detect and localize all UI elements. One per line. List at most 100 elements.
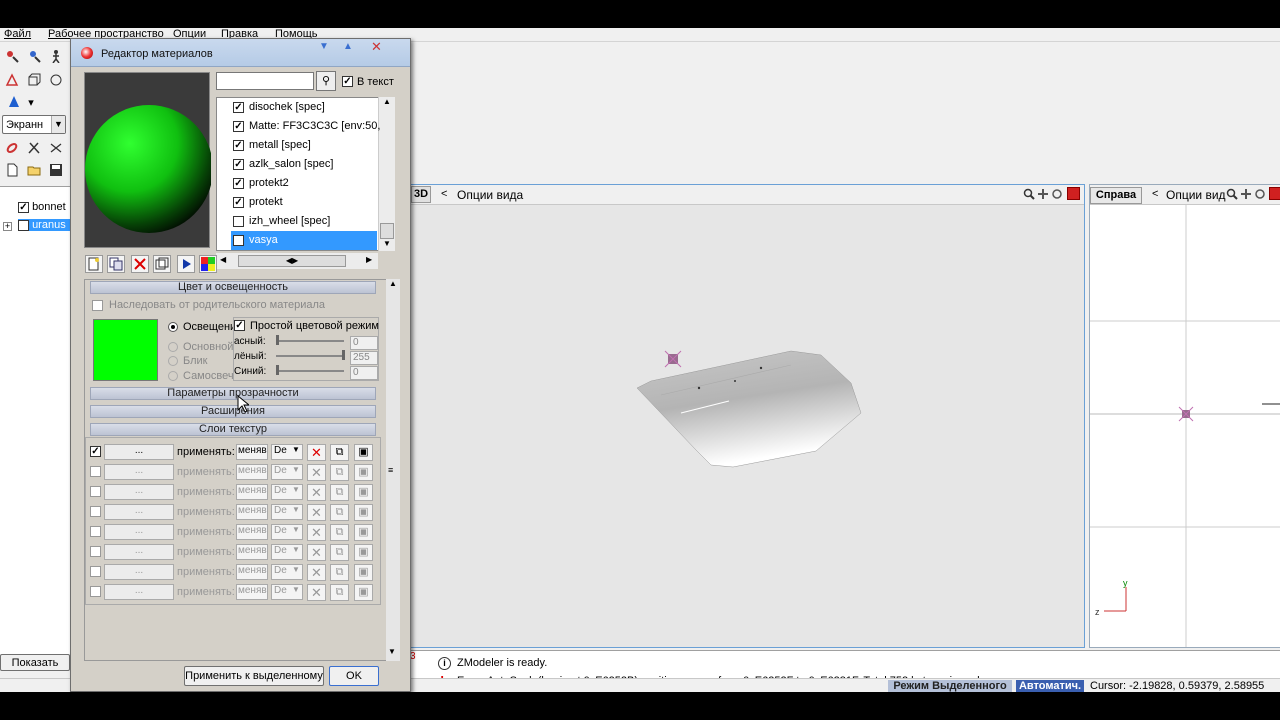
material-list-item[interactable]: ✓ protekt2 (231, 174, 377, 193)
tree-checkbox[interactable] (18, 219, 29, 231)
red-slider[interactable] (276, 335, 344, 345)
layer-delete-icon[interactable]: ✕ (307, 564, 326, 581)
ok-button[interactable]: OK (329, 666, 379, 686)
view-options-button[interactable]: Опции вида (457, 188, 523, 202)
simple-mode-checkbox[interactable]: ✓ (234, 320, 245, 331)
section-texture-layers[interactable]: Слои текстур (90, 423, 376, 436)
section-transparency[interactable]: Параметры прозрачности (90, 387, 376, 400)
layer-mode-input[interactable]: меняв (236, 544, 268, 560)
link-tool-icon[interactable] (4, 140, 20, 156)
blue-value[interactable]: 0 (350, 366, 378, 380)
vertex-tool-icon[interactable] (4, 72, 20, 88)
box-tool-icon[interactable] (26, 72, 42, 88)
viewport-label[interactable]: 3D (411, 186, 431, 203)
radio-lighting[interactable] (168, 322, 178, 332)
material-list-item[interactable]: ✓ metall [spec] (231, 136, 377, 155)
layer-copy-icon[interactable]: ⧉ (330, 544, 349, 561)
layer-paste-icon[interactable]: ▣ (354, 564, 373, 581)
chevron-down-icon[interactable]: ▼ (292, 585, 300, 594)
cone-tool-icon[interactable] (6, 94, 22, 110)
properties-scrollbar[interactable]: ▲ ≡ ▼ (386, 279, 400, 661)
palette-icon[interactable] (199, 255, 217, 273)
layer-texture-button[interactable]: ... (104, 444, 174, 460)
save-icon[interactable] (48, 162, 64, 178)
maximize-view-icon[interactable] (1067, 187, 1080, 200)
viewport-right[interactable]: Справа < Опции вид y z (1089, 184, 1280, 648)
material-list-item[interactable]: izh_wheel [spec] (231, 212, 377, 231)
layer-copy-icon[interactable]: ⧉ (330, 504, 349, 521)
scissor-tool-icon[interactable] (48, 140, 64, 156)
tree-checkbox[interactable]: ✓ (18, 201, 29, 213)
screen-mode-select[interactable]: Экранн ▼ (2, 115, 66, 134)
blue-slider[interactable] (276, 365, 344, 375)
color-swatch[interactable] (93, 319, 158, 381)
new-material-icon[interactable] (85, 255, 103, 273)
chevron-left-icon[interactable]: < (1152, 188, 1158, 200)
collapse-down-icon[interactable]: ▼ (319, 41, 329, 52)
layer-checkbox[interactable] (90, 526, 101, 537)
delete-material-icon[interactable] (131, 255, 149, 273)
material-list-scrollbar[interactable]: ▲ ▼ (378, 97, 395, 251)
layer-paste-icon[interactable]: ▣ (354, 544, 373, 561)
tree-item-bonnet[interactable]: ✓ bonnet (18, 201, 66, 213)
layer-copy-icon[interactable]: ⧉ (330, 484, 349, 501)
radio-base[interactable] (168, 342, 178, 352)
rotate-view-icon[interactable] (1254, 188, 1266, 203)
material-list-item[interactable]: ✓ protekt (231, 193, 377, 212)
rotate-view-icon[interactable] (1051, 188, 1063, 203)
layer-copy-icon[interactable]: ⧉ (330, 524, 349, 541)
cone-dropdown-icon[interactable]: ▾ (26, 94, 36, 110)
layer-mode-input[interactable]: меняв (236, 524, 268, 540)
view-options-button[interactable]: Опции вид (1166, 188, 1232, 202)
red-value[interactable]: 0 (350, 336, 378, 350)
layer-checkbox[interactable] (90, 466, 101, 477)
menu-file[interactable]: Файл (4, 28, 31, 40)
zoom-icon[interactable] (1226, 188, 1238, 203)
layer-delete-icon[interactable]: ✕ (307, 464, 326, 481)
material-search-input[interactable] (216, 72, 314, 90)
layer-texture-button[interactable]: ... (104, 464, 174, 480)
layer-texture-button[interactable]: ... (104, 524, 174, 540)
open-folder-icon[interactable] (26, 162, 42, 178)
copy-material-icon[interactable] (107, 255, 125, 273)
layer-mode-input[interactable]: меняв (236, 444, 268, 460)
layer-paste-icon[interactable]: ▣ (354, 524, 373, 541)
tree-item-uranus[interactable]: uranus (18, 219, 70, 231)
layer-texture-button[interactable]: ... (104, 484, 174, 500)
material-list-item[interactable]: ✓ vasya (231, 231, 377, 250)
green-value[interactable]: 255 (350, 351, 378, 365)
select-tool-icon[interactable] (4, 48, 20, 64)
binoculars-icon[interactable]: ⚲ (316, 71, 336, 91)
layer-paste-icon[interactable]: ▣ (354, 504, 373, 521)
selection-mode-indicator[interactable]: Режим Выделенного (888, 680, 1012, 692)
layer-copy-icon[interactable]: ⧉ (330, 464, 349, 481)
material-hscrollbar[interactable]: ◀ ◀▶ ▶ (216, 253, 378, 269)
layer-checkbox[interactable] (90, 546, 101, 557)
cut-tool-icon[interactable] (26, 140, 42, 156)
window-titlebar[interactable]: Редактор материалов ▼ ▲ ✕ (71, 39, 410, 67)
rotate-tool-icon[interactable] (48, 72, 64, 88)
expand-icon[interactable]: + (3, 222, 12, 231)
layer-copy-icon[interactable]: ⧉ (330, 584, 349, 601)
inherit-checkbox[interactable] (92, 300, 103, 311)
chevron-down-icon[interactable]: ▼ (292, 505, 300, 514)
layer-checkbox[interactable] (90, 486, 101, 497)
material-checkbox[interactable]: ✓ (233, 178, 244, 189)
layer-paste-icon[interactable]: ▣ (354, 464, 373, 481)
chevron-down-icon[interactable]: ▼ (292, 465, 300, 474)
layer-mode-input[interactable]: меняв (236, 504, 268, 520)
layer-checkbox[interactable] (90, 586, 101, 597)
layer-copy-icon[interactable]: ⧉ (330, 564, 349, 581)
pan-icon[interactable] (1037, 188, 1049, 203)
material-checkbox[interactable] (233, 216, 244, 227)
layer-delete-icon[interactable]: ✕ (307, 444, 326, 461)
layer-delete-icon[interactable]: ✕ (307, 524, 326, 541)
pan-icon[interactable] (1240, 188, 1252, 203)
material-list-item[interactable]: ✓ disochek [spec] (231, 98, 377, 117)
chevron-down-icon[interactable]: ▼ (292, 565, 300, 574)
layer-copy-icon[interactable]: ⧉ (330, 444, 349, 461)
green-slider[interactable] (276, 350, 345, 360)
chevron-down-icon[interactable]: ▼ (292, 485, 300, 494)
radio-glare[interactable] (168, 356, 178, 366)
layer-paste-icon[interactable]: ▣ (354, 584, 373, 601)
